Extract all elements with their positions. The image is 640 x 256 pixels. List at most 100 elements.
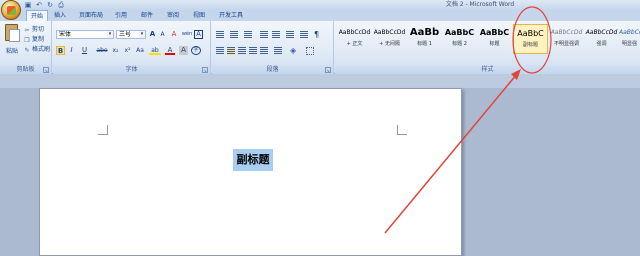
tab-home[interactable]: 开始 — [26, 10, 48, 21]
style-intense-emphasis[interactable]: AaBbCcDd 明显强 — [619, 24, 640, 54]
show-marks-icon[interactable]: ¶ — [314, 31, 322, 39]
clear-format-button[interactable]: A — [169, 30, 179, 39]
highlight-button[interactable]: ab — [149, 46, 161, 55]
style-title[interactable]: AaBbC 标题 — [477, 24, 512, 54]
shading-icon[interactable]: ◈ — [290, 47, 298, 55]
distributed-icon[interactable] — [260, 47, 268, 55]
underline-label: U — [81, 46, 88, 54]
tab-developer[interactable]: 开发工具 — [216, 10, 246, 21]
style-name: + 正文 — [346, 41, 363, 47]
grow-font-label: A — [149, 30, 156, 38]
character-border-label: A — [196, 30, 201, 38]
phonetic-guide-label: wén — [181, 31, 193, 37]
paragraph-launcher-icon[interactable]: ↘ — [325, 67, 331, 73]
font-color-button[interactable]: A — [165, 46, 175, 55]
enclose-characters-button[interactable]: 字 — [191, 46, 201, 55]
grow-font-button[interactable]: A — [148, 30, 157, 39]
document-page[interactable]: 副标题 — [39, 88, 462, 256]
style-subtitle[interactable]: AaBbC 副标题 — [513, 24, 548, 54]
bold-button[interactable]: B — [56, 46, 65, 55]
window-title: 文档 2 - Microsoft Word — [445, 1, 515, 8]
style-preview: AaBbCcDd — [550, 29, 583, 36]
font-size-combo[interactable]: 三号 ▾ — [116, 30, 146, 39]
increase-indent-icon[interactable] — [272, 31, 280, 39]
align-left-icon[interactable] — [216, 47, 224, 55]
office-button[interactable] — [1, 0, 21, 20]
shrink-font-button[interactable]: A — [158, 30, 167, 39]
character-shading-button[interactable]: A — [179, 46, 188, 55]
font-name-combo[interactable]: 宋体 ▾ — [56, 30, 114, 39]
subscript-label: x₂ — [112, 47, 119, 54]
style-preview: AaBbCcDd — [338, 29, 371, 36]
align-center-icon[interactable] — [227, 47, 235, 55]
borders-icon[interactable] — [306, 47, 314, 55]
subscript-button[interactable]: x₂ — [110, 46, 121, 55]
tab-insert[interactable]: 插入 — [50, 10, 70, 21]
character-border-button[interactable]: A — [194, 30, 203, 39]
redo-icon[interactable]: ↻ — [46, 1, 54, 9]
print-preview-icon[interactable]: ⎙ — [57, 1, 65, 9]
clipboard-icon — [5, 24, 20, 42]
brush-icon: ✎ — [24, 47, 30, 54]
strikethrough-button[interactable]: abe — [95, 46, 109, 55]
justify-icon[interactable] — [249, 47, 257, 55]
line-spacing-icon[interactable] — [274, 47, 282, 55]
sort-icon[interactable] — [300, 31, 308, 39]
bullets-icon[interactable] — [216, 31, 224, 39]
font-group-label: 字体 — [53, 65, 210, 74]
numbering-icon[interactable] — [230, 31, 238, 39]
font-group: 宋体 ▾ 三号 ▾ A A A wén A B I U abe x₂ x² Aa a… — [53, 21, 211, 74]
tab-review[interactable]: 审阅 — [164, 10, 182, 21]
underline-button[interactable]: U — [78, 46, 91, 55]
superscript-label: x² — [124, 47, 131, 54]
style-preview: AaBbCcDd — [373, 29, 406, 36]
style-subtle-emphasis[interactable]: AaBbCcDd 不明显强调 — [549, 24, 584, 54]
style-heading-1[interactable]: AaBb 标题 1 — [407, 24, 442, 54]
tab-mailings[interactable]: 邮件 — [138, 10, 156, 21]
clear-format-label: A — [171, 30, 177, 38]
style-preview: AaBbC — [444, 28, 475, 37]
style-emphasis[interactable]: AaBbCcDd 强调 — [584, 24, 619, 54]
multilevel-list-icon[interactable] — [244, 31, 252, 39]
decrease-indent-icon[interactable] — [260, 31, 268, 39]
change-case-button[interactable]: Aa — [134, 46, 146, 55]
bold-label: B — [57, 47, 64, 55]
tab-references[interactable]: 引用 — [112, 10, 130, 21]
tab-view[interactable]: 视图 — [190, 10, 208, 21]
tab-page-layout[interactable]: 页面布局 — [76, 10, 106, 21]
style-name: 明显强 — [621, 41, 637, 47]
paragraph-group: ¶ ◈ 段落 ↘ — [212, 21, 334, 74]
italic-button[interactable]: I — [67, 46, 76, 55]
align-right-icon[interactable] — [238, 47, 246, 55]
style-preview: AaBbC — [517, 29, 544, 38]
style-normal[interactable]: AaBbCcDd + 正文 — [337, 24, 372, 54]
paste-label: 粘贴 — [5, 48, 18, 55]
selected-heading-text[interactable]: 副标题 — [233, 149, 273, 171]
save-icon[interactable]: ▣ — [24, 1, 32, 9]
chevron-down-icon[interactable]: ▾ — [139, 31, 145, 38]
style-name: 标题 — [489, 41, 500, 47]
copy-button[interactable]: ❐ 复制 — [24, 35, 44, 44]
font-launcher-icon[interactable]: ↘ — [202, 67, 208, 73]
chinese-layout-icon[interactable] — [286, 31, 294, 39]
cut-button[interactable]: ✂ 剪切 — [24, 25, 44, 34]
style-no-spacing[interactable]: AaBbCcDd + 无间隔 — [372, 24, 407, 54]
styles-group: AaBbCcDd + 正文 AaBbCcDd + 无间隔 AaBb 标题 1 A… — [335, 21, 640, 74]
superscript-button[interactable]: x² — [122, 46, 133, 55]
clipboard-launcher-icon[interactable]: ↘ — [43, 67, 49, 73]
style-name: 不明显强调 — [553, 41, 579, 47]
change-case-label: Aa — [136, 47, 144, 54]
copy-icon: ❐ — [24, 37, 30, 44]
phonetic-guide-button[interactable]: wén — [181, 30, 193, 39]
font-color-label: A — [167, 46, 173, 54]
copy-label: 复制 — [32, 36, 45, 43]
chevron-down-icon[interactable]: ▾ — [107, 31, 113, 38]
style-heading-2[interactable]: AaBbC 标题 2 — [442, 24, 477, 54]
quick-access-toolbar: ▣ ↶ ↻ ⎙ — [24, 0, 65, 10]
title-bar: ▣ ↶ ↻ ⎙ 文档 2 - Microsoft Word — [0, 0, 640, 20]
enclose-characters-label: 字 — [193, 47, 199, 53]
undo-icon[interactable]: ↶ — [35, 1, 43, 9]
format-painter-button[interactable]: ✎ 格式刷 — [24, 45, 50, 54]
clipboard-group: 粘贴 ✂ 剪切 ❐ 复制 ✎ 格式刷 剪贴板 ↘ — [0, 21, 52, 74]
paste-button[interactable]: 粘贴 — [2, 24, 22, 62]
